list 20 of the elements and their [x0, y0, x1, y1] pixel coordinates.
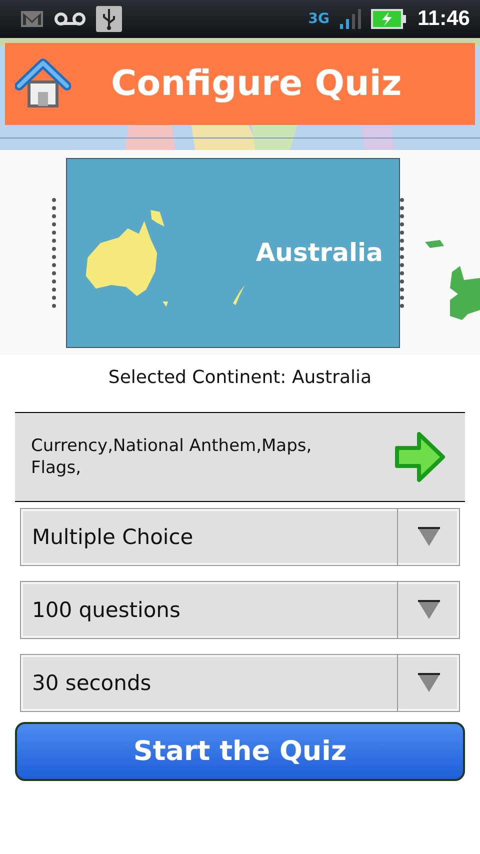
dropdown-arrow-icon: [416, 527, 440, 547]
clock: 11:46: [417, 7, 470, 31]
dropdown-arrow-icon: [416, 600, 440, 620]
dropdown-arrow-icon: [416, 673, 440, 693]
selected-continent-text: Selected Continent: Australia: [107, 367, 373, 390]
topics-row[interactable]: Currency,National Anthem,Maps, Flags,: [15, 412, 465, 502]
arrow-right-icon[interactable]: [393, 430, 447, 484]
dropdown[interactable]: 30 seconds: [20, 654, 460, 712]
network-type: 3G: [308, 11, 330, 27]
continent-label: Australia: [256, 238, 383, 267]
dropdown[interactable]: Multiple Choice: [20, 508, 460, 566]
topics-text: Currency,National Anthem,Maps, Flags,: [31, 434, 313, 480]
battery-icon: [371, 9, 408, 29]
screen-title: Configure Quiz: [111, 64, 402, 104]
mail-icon: [20, 9, 44, 29]
voicemail-icon: [54, 12, 86, 26]
start-quiz-button[interactable]: Start the Quiz: [15, 722, 465, 781]
usb-icon: [96, 6, 122, 32]
signal-icon: [339, 8, 362, 30]
dropdown[interactable]: 100 questions: [20, 581, 460, 639]
